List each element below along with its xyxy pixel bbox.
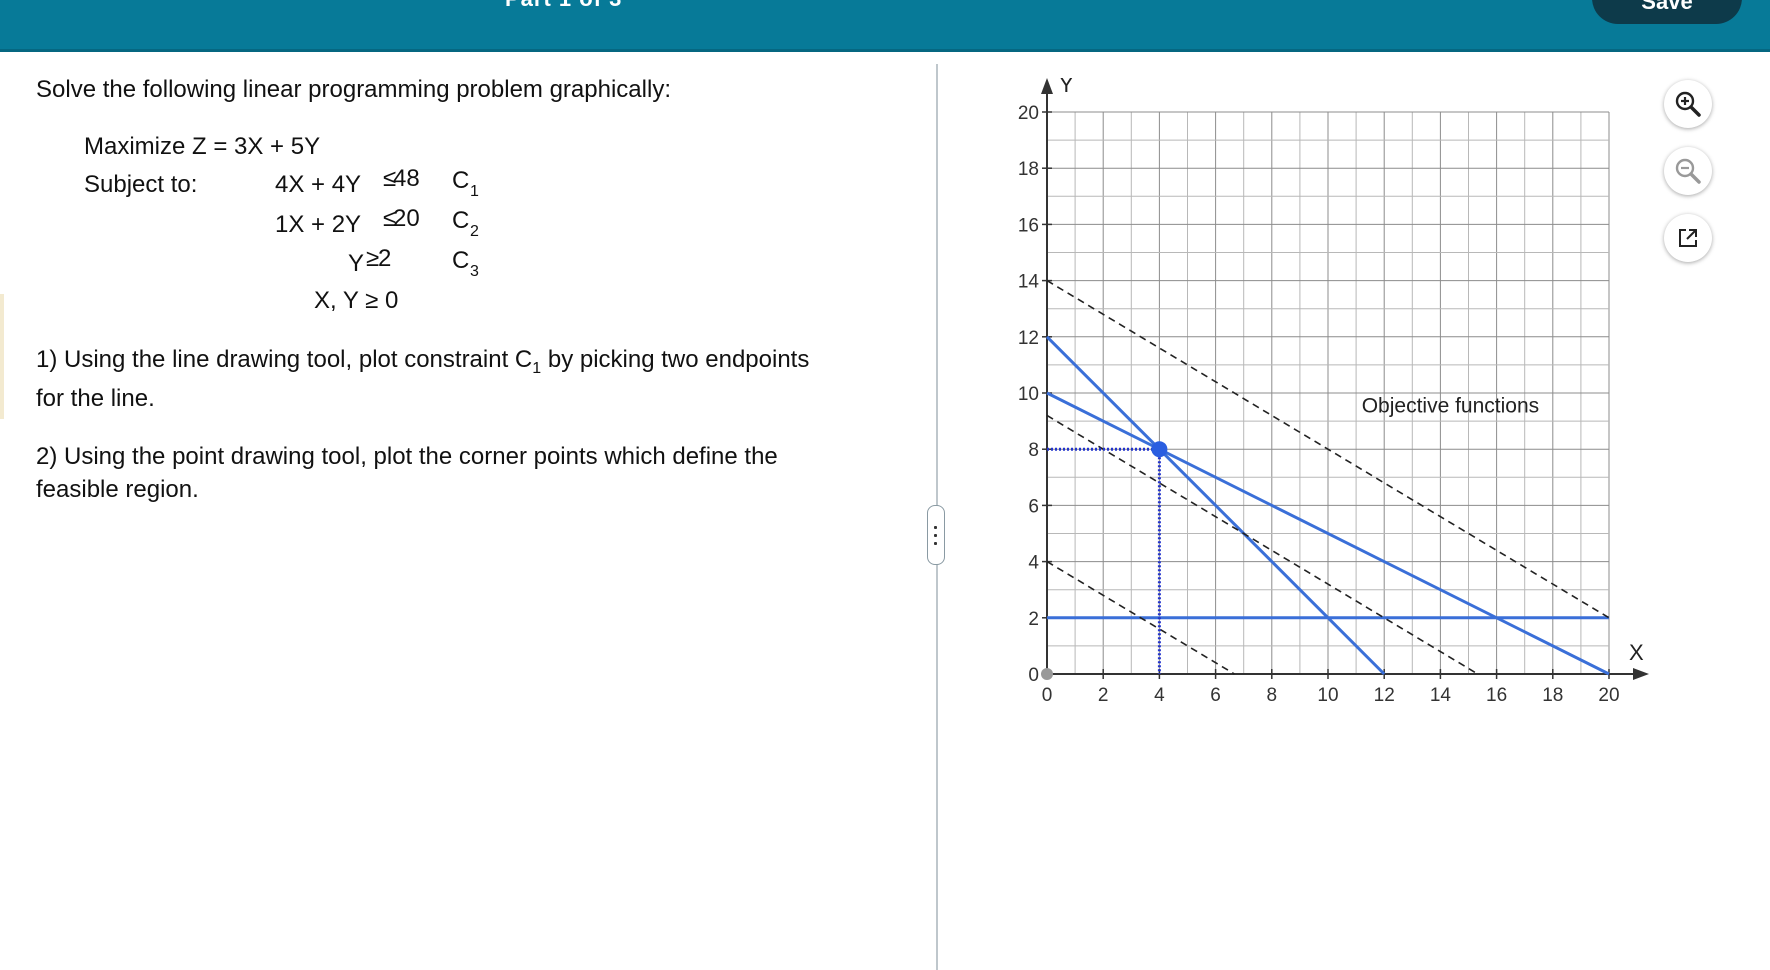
x-tick-label: 2 [1098, 685, 1109, 706]
problem-intro: Solve the following linear programming p… [36, 76, 671, 103]
top-bar: Part 1 of 3 Save [0, 0, 1770, 52]
y-tick-label: 2 [1028, 609, 1039, 630]
constraint-1-lhs: 4X + 4Y [275, 171, 362, 198]
step-2-instruction: 2) Using the point drawing tool, plot th… [36, 443, 778, 470]
constraint-2-label: C [452, 207, 470, 234]
origin-point [1041, 668, 1053, 680]
step-1-instruction-cont: for the line. [36, 385, 155, 412]
panel-resize-handle[interactable] [927, 505, 945, 565]
constraint-3-sub: 3 [470, 263, 479, 280]
objective-function: Maximize Z = 3X + 5Y [84, 133, 321, 160]
y-tick-label: 18 [1018, 159, 1039, 180]
x-axis-arrow [1633, 668, 1649, 680]
x-tick-label: 14 [1430, 685, 1452, 706]
step-1-text-a: 1) Using the line drawing tool, plot con… [36, 346, 533, 373]
pop-out-button[interactable] [1664, 214, 1712, 262]
x-tick-label: 12 [1374, 685, 1395, 706]
zoom-in-icon [1675, 91, 1701, 117]
constraint-3-rhs: 2 [378, 245, 392, 272]
x-tick-label: 10 [1317, 685, 1338, 706]
y-axis-arrow [1041, 78, 1053, 94]
lp-graph[interactable]: 0 2 4 6 8 10 12 14 16 18 20 2 4 6 8 10 12 14 16 18 20 0 X Y Obje… [990, 78, 1670, 728]
pop-out-icon [1679, 229, 1697, 247]
y-tick-label: 20 [1018, 103, 1039, 124]
x-tick-label: 6 [1210, 685, 1221, 706]
question-panel: Solve the following linear programming p… [0, 52, 936, 970]
step-1-instruction: 1) Using the line drawing tool, plot con… [36, 346, 810, 377]
x-tick-label: 8 [1267, 685, 1278, 706]
y-tick-label: 4 [1028, 553, 1039, 574]
y-tick-label: 6 [1028, 496, 1039, 517]
constraint-3-label: C [452, 247, 470, 274]
x-axis-label: X [1629, 640, 1644, 665]
x-tick-label: 4 [1154, 685, 1165, 706]
constraint-2-lhs: 1X + 2Y [275, 211, 362, 238]
nonnegativity-constraint: X, Y ≥ 0 [314, 287, 399, 314]
y-tick-label: 10 [1018, 384, 1039, 405]
header-title: Part 1 of 3 [505, 0, 622, 12]
objective-functions-annotation: Objective functions [1362, 395, 1539, 418]
constraint-1-sub: 1 [470, 183, 479, 200]
corner-point [1151, 441, 1168, 458]
y-tick-label: 12 [1018, 328, 1039, 349]
zoom-out-button[interactable] [1664, 147, 1712, 195]
step-2-instruction-cont: feasible region. [36, 476, 199, 503]
zoom-in-button[interactable] [1664, 80, 1712, 128]
constraint-2-rhs: 20 [393, 205, 420, 232]
step-highlight-bar [0, 294, 4, 419]
y-tick-label: 8 [1028, 440, 1039, 461]
y-tick-label: 14 [1018, 272, 1040, 293]
step-1-subscript: 1 [532, 360, 542, 377]
x-tick-label: 20 [1598, 685, 1619, 706]
subject-to-label: Subject to: [84, 171, 198, 198]
zoom-out-icon [1675, 158, 1701, 184]
step-1-text-b: by picking two endpoints [541, 346, 810, 373]
constraint-1-label: C [452, 167, 470, 194]
objective-function-line [1046, 414, 1479, 675]
constraint-1-rhs: 48 [393, 165, 420, 192]
y-tick-label: 16 [1018, 215, 1039, 236]
x-tick-label: 0 [1042, 685, 1053, 706]
constraint-2-sub: 2 [470, 223, 479, 240]
y-tick-label: 0 [1028, 665, 1039, 686]
constraint-3-lhs: Y [348, 250, 365, 277]
y-axis-label: Y [1059, 78, 1074, 97]
save-button[interactable]: Save [1592, 0, 1742, 24]
x-tick-label: 16 [1486, 685, 1507, 706]
x-tick-label: 18 [1542, 685, 1563, 706]
